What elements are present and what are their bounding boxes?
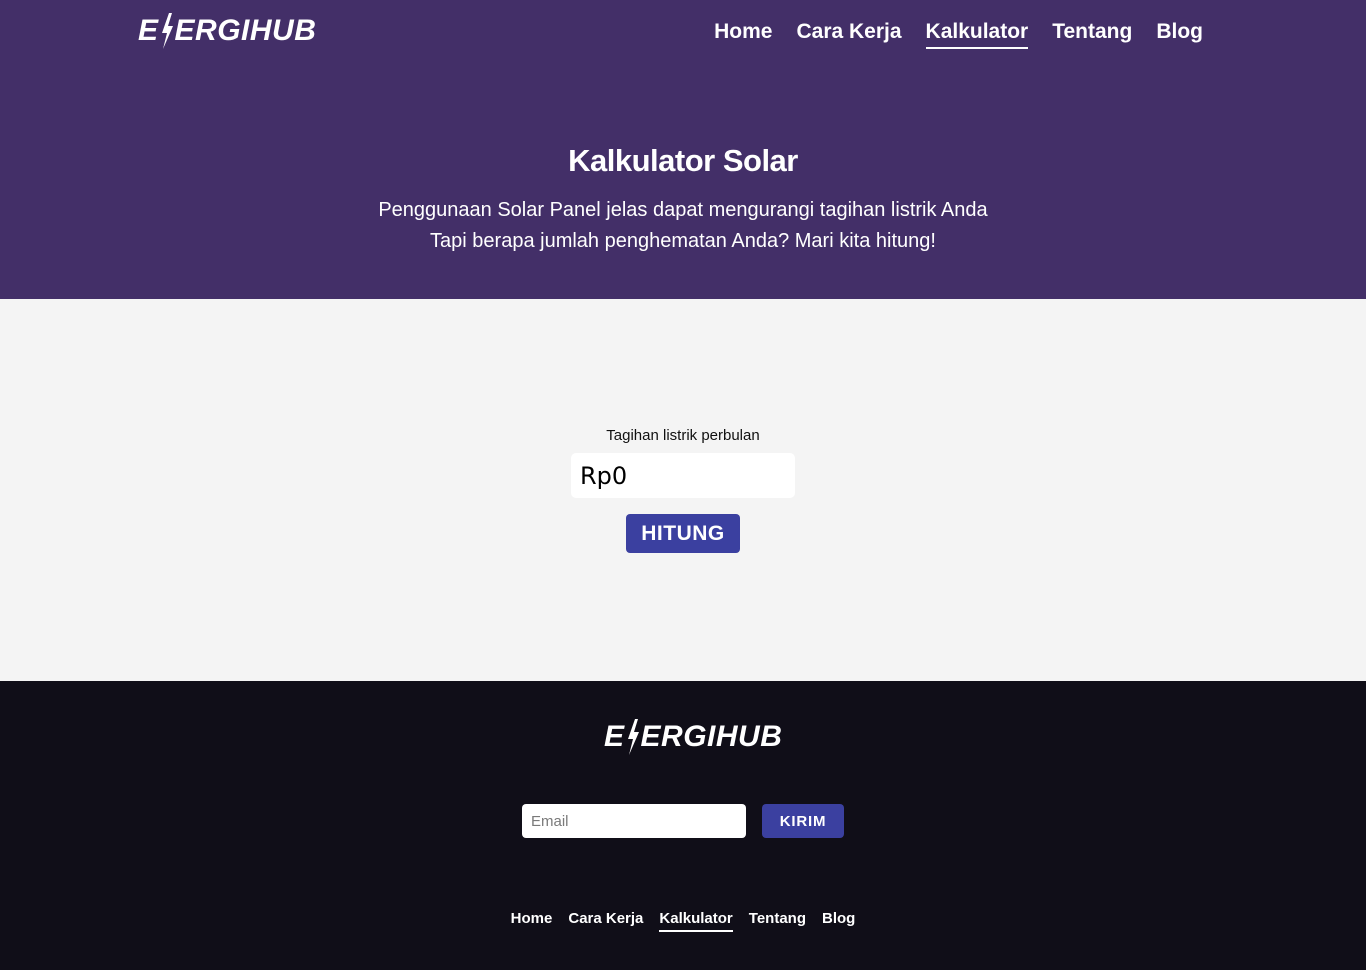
footer-nav: Home Cara Kerja Kalkulator Tentang Blog: [0, 909, 1366, 932]
footer-nav-blog[interactable]: Blog: [822, 909, 855, 932]
logo-text-start: E: [138, 14, 159, 47]
hero-subtitle: Penggunaan Solar Panel jelas dapat mengu…: [0, 195, 1366, 257]
email-field[interactable]: [522, 804, 746, 838]
nav-home[interactable]: Home: [714, 18, 772, 49]
nav-blog[interactable]: Blog: [1156, 18, 1203, 49]
logo-text-end: ERGIHUB: [640, 720, 783, 753]
logo-text-end: ERGIHUB: [174, 14, 317, 47]
hero-subtitle-line-1: Penggunaan Solar Panel jelas dapat mengu…: [378, 199, 988, 221]
send-button[interactable]: KIRIM: [762, 804, 844, 838]
monthly-bill-input[interactable]: [571, 453, 795, 498]
energihub-logo[interactable]: E ERGIHUB: [138, 10, 316, 52]
nav-kalkulator[interactable]: Kalkulator: [925, 18, 1029, 49]
bill-label: Tagihan listrik perbulan: [606, 427, 760, 444]
main-nav: Home Cara Kerja Kalkulator Tentang Blog: [714, 18, 1203, 49]
nav-tentang[interactable]: Tentang: [1052, 18, 1132, 49]
footer-nav-home[interactable]: Home: [511, 909, 553, 932]
calculate-button[interactable]: HITUNG: [626, 514, 740, 553]
page-title: Kalkulator Solar: [568, 143, 798, 178]
hero-subtitle-line-2: Tapi berapa jumlah penghematan Anda? Mar…: [430, 230, 936, 252]
footer-energihub-logo[interactable]: E ERGIHUB: [604, 716, 782, 758]
nav-cara-kerja[interactable]: Cara Kerja: [796, 18, 901, 49]
footer-nav-tentang[interactable]: Tentang: [749, 909, 806, 932]
lightning-bolt-icon: [161, 13, 173, 49]
lightning-bolt-icon: [627, 719, 639, 755]
logo-text-start: E: [604, 720, 625, 753]
footer-nav-cara-kerja[interactable]: Cara Kerja: [568, 909, 643, 932]
site-header: E ERGIHUB Home Cara Kerja Kalkulator Ten…: [0, 0, 1366, 299]
footer-nav-kalkulator[interactable]: Kalkulator: [659, 909, 733, 932]
